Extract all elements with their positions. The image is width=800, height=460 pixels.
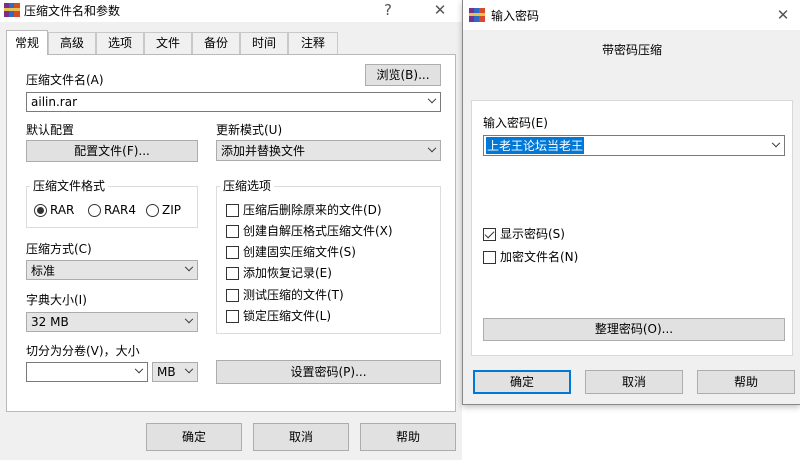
tab-general[interactable]: 常规 — [6, 30, 48, 55]
password-ok-button[interactable]: 确定 — [473, 370, 571, 394]
dictionary-value: 32 MB — [31, 315, 69, 329]
split-volume-label: 切分为分卷(V)，大小 — [26, 344, 140, 358]
ok-button[interactable]: 确定 — [146, 423, 242, 451]
chevron-down-icon[interactable] — [426, 93, 438, 111]
help-button[interactable]: 帮助 — [360, 423, 456, 451]
chevron-down-icon — [183, 313, 195, 331]
chevron-down-icon[interactable] — [770, 136, 782, 155]
format-radio-zip[interactable]: ZIP — [146, 203, 181, 217]
format-radio-rar4[interactable]: RAR4 — [88, 203, 136, 217]
winrar-logo-icon — [4, 3, 20, 17]
option-label: 测试压缩的文件(T) — [243, 288, 344, 302]
option-label: 创建固实压缩文件(S) — [243, 245, 356, 259]
dialog-title: 压缩文件名和参数 — [24, 4, 121, 18]
checkbox-icon — [226, 288, 239, 302]
update-mode-select[interactable]: 添加并替换文件 — [216, 140, 441, 161]
password-input[interactable]: 上老王论坛当老王 — [483, 135, 785, 156]
method-value: 标准 — [31, 263, 56, 278]
chevron-down-icon — [183, 363, 195, 381]
radio-off-icon — [88, 203, 101, 217]
radio-off-icon — [146, 203, 159, 217]
method-label: 压缩方式(C) — [26, 242, 92, 256]
checkbox-checked-icon — [483, 227, 496, 241]
encrypt-filenames-checkbox[interactable]: 加密文件名(N) — [483, 250, 578, 264]
close-icon[interactable]: ✕ — [430, 1, 450, 19]
show-password-label: 显示密码(S) — [500, 227, 565, 241]
checkbox-icon — [483, 250, 496, 264]
format-group-title: 压缩文件格式 — [30, 179, 109, 193]
password-value: 上老王论坛当老王 — [486, 137, 585, 154]
archive-name-label: 压缩文件名(A) — [26, 73, 104, 87]
option-lock[interactable]: 锁定压缩文件(L) — [226, 309, 331, 323]
password-dialog: 输入密码 ✕ 带密码压缩 输入密码(E) 上老王论坛当老王 显示密码(S) 加密… — [462, 0, 800, 405]
tab-advanced[interactable]: 高级 — [48, 32, 96, 54]
chevron-down-icon — [426, 141, 438, 160]
option-label: 创建自解压格式压缩文件(X) — [243, 224, 393, 238]
tab-time[interactable]: 时间 — [240, 32, 288, 54]
password-input-label: 输入密码(E) — [483, 116, 548, 130]
archive-dialog: 压缩文件名和参数 ? ✕ 常规 高级 选项 文件 备份 时间 注释 压缩文件名(… — [0, 0, 462, 460]
winrar-logo-icon — [469, 8, 485, 22]
option-label: 锁定压缩文件(L) — [243, 309, 332, 323]
format-zip-label: ZIP — [162, 203, 181, 217]
update-mode-value: 添加并替换文件 — [221, 144, 306, 158]
method-select[interactable]: 标准 — [26, 260, 198, 280]
option-recovery[interactable]: 添加恢复记录(E) — [226, 266, 332, 280]
password-dialog-title: 输入密码 — [491, 9, 540, 23]
show-password-checkbox[interactable]: 显示密码(S) — [483, 227, 565, 241]
radio-on-icon — [34, 203, 47, 217]
tab-backup[interactable]: 备份 — [192, 32, 240, 54]
default-profile-label: 默认配置 — [26, 123, 75, 137]
checkbox-icon — [226, 266, 239, 280]
option-sfx[interactable]: 创建自解压格式压缩文件(X) — [226, 224, 393, 238]
chevron-down-icon — [183, 261, 195, 279]
checkbox-icon — [226, 309, 239, 323]
close-icon[interactable]: ✕ — [773, 6, 793, 24]
option-delete-after[interactable]: 压缩后删除原来的文件(D) — [226, 203, 382, 217]
option-label: 压缩后删除原来的文件(D) — [243, 203, 382, 217]
checkbox-icon — [226, 224, 239, 238]
tab-options[interactable]: 选项 — [96, 32, 144, 54]
set-password-button[interactable]: 设置密码(P)... — [216, 360, 441, 384]
browse-button[interactable]: 浏览(B)... — [365, 64, 441, 86]
profiles-button[interactable]: 配置文件(F)... — [26, 140, 198, 162]
tab-files[interactable]: 文件 — [144, 32, 192, 54]
option-solid[interactable]: 创建固实压缩文件(S) — [226, 245, 356, 259]
password-title-bar: 输入密码 ✕ — [463, 0, 800, 30]
help-icon[interactable]: ? — [378, 1, 398, 19]
split-unit-select[interactable]: MB — [152, 362, 198, 382]
split-unit-value: MB — [157, 365, 176, 379]
split-size-combo[interactable] — [26, 362, 148, 382]
password-cancel-button[interactable]: 取消 — [585, 370, 683, 394]
format-rar4-label: RAR4 — [104, 203, 137, 217]
encrypt-filenames-label: 加密文件名(N) — [500, 250, 579, 264]
option-label: 添加恢复记录(E) — [243, 266, 332, 280]
dictionary-select[interactable]: 32 MB — [26, 312, 198, 332]
option-test[interactable]: 测试压缩的文件(T) — [226, 288, 344, 302]
archive-name-value: ailin.rar — [31, 95, 77, 109]
update-mode-label: 更新模式(U) — [216, 123, 283, 137]
checkbox-icon — [226, 203, 239, 217]
password-help-button[interactable]: 帮助 — [697, 370, 795, 394]
chevron-down-icon[interactable] — [133, 363, 145, 381]
organize-passwords-button[interactable]: 整理密码(O)... — [483, 318, 785, 341]
archive-name-combo[interactable]: ailin.rar — [26, 92, 441, 112]
options-group-title: 压缩选项 — [220, 179, 275, 193]
tab-comment[interactable]: 注释 — [288, 32, 338, 54]
format-radio-rar[interactable]: RAR — [34, 203, 74, 217]
password-heading: 带密码压缩 — [601, 43, 662, 57]
cancel-button[interactable]: 取消 — [253, 423, 349, 451]
title-bar: 压缩文件名和参数 ? ✕ — [0, 0, 462, 22]
dictionary-label: 字典大小(I) — [26, 293, 87, 307]
format-rar-label: RAR — [50, 203, 75, 217]
checkbox-icon — [226, 245, 239, 259]
